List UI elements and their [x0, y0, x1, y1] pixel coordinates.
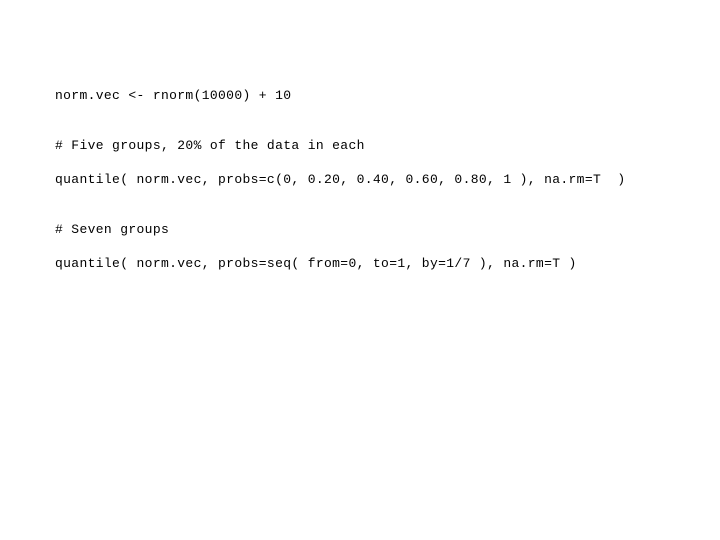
code-line-quantile-seven: quantile( norm.vec, probs=seq( from=0, t… [55, 256, 577, 271]
slide: { "code_block": { "lines": [ "norm.vec <… [0, 0, 720, 540]
code-comment-five-groups: # Five groups, 20% of the data in each [55, 138, 365, 153]
code-comment-seven-groups: # Seven groups [55, 222, 170, 237]
code-line-assignment: norm.vec <- rnorm(10000) + 10 [55, 88, 292, 103]
code-line-quantile-five: quantile( norm.vec, probs=c(0, 0.20, 0.4… [55, 172, 626, 187]
